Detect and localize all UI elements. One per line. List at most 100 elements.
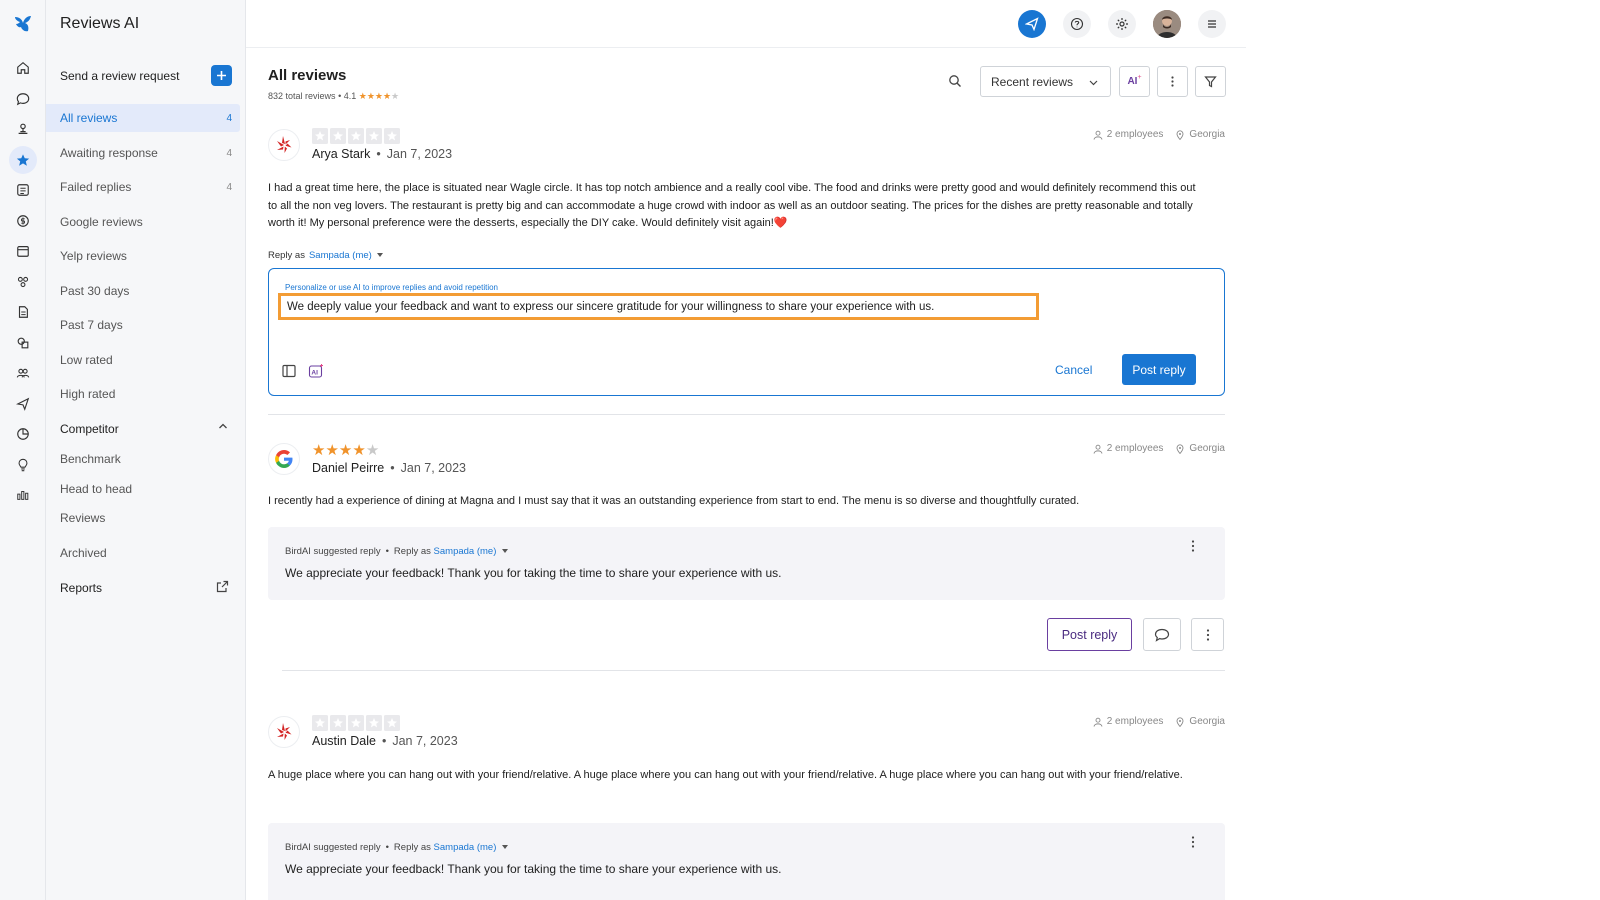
star-empty-icon bbox=[348, 715, 364, 731]
reviewer-name[interactable]: Arya Stark bbox=[312, 147, 370, 161]
review-stars bbox=[312, 715, 400, 731]
kebab-icon[interactable] bbox=[1187, 539, 1199, 553]
send-icon bbox=[1025, 17, 1039, 31]
reply-as-user[interactable]: Sampada (me) bbox=[309, 250, 372, 261]
review-meta: 2 employees Georgia bbox=[1093, 129, 1225, 140]
review-summary: 832 total reviews • 4.1 ★★★★★ bbox=[268, 91, 399, 102]
sidebar-item-competitor-reviews[interactable]: Reviews bbox=[46, 504, 240, 532]
caret-down-icon[interactable] bbox=[376, 253, 383, 258]
contacts-icon[interactable] bbox=[9, 359, 37, 387]
yelp-logo bbox=[268, 716, 300, 748]
person-icon bbox=[1093, 130, 1103, 140]
reply-as-selector[interactable]: Reply as Sampada (me) bbox=[268, 250, 383, 261]
review-date: Jan 7, 2023 bbox=[392, 734, 458, 748]
yelp-logo bbox=[268, 129, 300, 161]
reviewer-name[interactable]: Daniel Peirre bbox=[312, 461, 384, 475]
sidebar-item-archived[interactable]: Archived bbox=[46, 539, 240, 567]
add-request-button[interactable] bbox=[211, 65, 232, 86]
sidebar-item-low-rated[interactable]: Low rated bbox=[46, 346, 240, 374]
birdeye-logo-icon[interactable] bbox=[11, 12, 35, 36]
sidebar-item-label: Awaiting response bbox=[60, 146, 158, 160]
sidebar-item-label: High rated bbox=[60, 387, 116, 401]
page-title: All reviews bbox=[268, 67, 347, 84]
sidebar-item-label: Head to head bbox=[60, 482, 133, 496]
reviews-star-icon[interactable] bbox=[9, 146, 37, 174]
sidebar-item-label: Archived bbox=[60, 546, 107, 560]
payments-icon[interactable] bbox=[9, 207, 37, 235]
summary-bullet: • bbox=[338, 91, 342, 101]
comment-button[interactable] bbox=[1143, 618, 1181, 651]
campaigns-send-icon[interactable] bbox=[9, 390, 37, 418]
icon-rail bbox=[0, 0, 46, 900]
post-reply-button[interactable]: Post reply bbox=[1047, 618, 1132, 651]
reply-as-user[interactable]: Sampada (me) bbox=[434, 842, 497, 853]
document-icon[interactable] bbox=[9, 298, 37, 326]
insights-bulb-icon[interactable] bbox=[9, 451, 37, 479]
sidebar-item-label: Past 7 days bbox=[60, 318, 123, 332]
search-icon[interactable] bbox=[948, 74, 962, 88]
user-avatar-icon bbox=[1153, 10, 1181, 38]
filter-button[interactable] bbox=[1195, 66, 1226, 97]
campaign-send-button[interactable] bbox=[1018, 10, 1046, 38]
sidebar-item-past-7-days[interactable]: Past 7 days bbox=[46, 311, 240, 339]
rating-stars: ★★★★★ bbox=[358, 91, 400, 101]
avatar[interactable] bbox=[1153, 10, 1181, 38]
yelp-burst-icon bbox=[277, 723, 292, 740]
ai-suggested-reply: BirdAI suggested reply • Reply as Sampada … bbox=[268, 823, 1225, 900]
send-review-request-link[interactable]: Send a review request bbox=[60, 69, 179, 83]
filter-icon bbox=[1204, 76, 1217, 88]
sidebar-item-reports[interactable]: Reports bbox=[60, 581, 102, 595]
more-actions-button[interactable] bbox=[1191, 618, 1224, 651]
heart-emoji: ❤️ bbox=[773, 217, 788, 229]
sidebar-item-yelp-reviews[interactable]: Yelp reviews bbox=[46, 242, 240, 270]
kebab-icon[interactable] bbox=[1187, 835, 1199, 849]
templates-panel-icon[interactable] bbox=[281, 363, 297, 379]
ai-reply-label: BirdAI suggested reply bbox=[285, 546, 381, 557]
location: Georgia bbox=[1189, 129, 1225, 140]
more-options-button[interactable] bbox=[1157, 66, 1188, 97]
review-card: Arya Stark • Jan 7, 2023 2 employees Georg… bbox=[268, 126, 1225, 396]
post-reply-button[interactable]: Post reply bbox=[1122, 354, 1196, 385]
sidebar-item-label: Failed replies bbox=[60, 180, 132, 194]
star-empty-icon bbox=[384, 128, 400, 144]
chat-icon[interactable] bbox=[9, 85, 37, 113]
chevron-down-icon bbox=[1089, 80, 1098, 86]
chevron-up-icon[interactable] bbox=[218, 421, 228, 431]
employees-count: 2 employees bbox=[1106, 443, 1164, 454]
cancel-button[interactable]: Cancel bbox=[1055, 363, 1092, 377]
shapes-icon[interactable] bbox=[9, 329, 37, 357]
caret-down-icon[interactable] bbox=[502, 549, 509, 554]
analytics-bars-icon[interactable] bbox=[9, 481, 37, 509]
listings-icon[interactable] bbox=[9, 115, 37, 143]
sidebar-item-benchmark[interactable]: Benchmark bbox=[46, 445, 240, 473]
integrations-icon[interactable] bbox=[9, 268, 37, 296]
location-pin-icon bbox=[1176, 716, 1184, 727]
sidebar-item-failed-replies[interactable]: Failed replies 4 bbox=[46, 173, 240, 201]
sidebar-item-awaiting-response[interactable]: Awaiting response 4 bbox=[46, 139, 240, 167]
calendar-icon[interactable] bbox=[9, 237, 37, 265]
sidebar-section-competitor[interactable]: Competitor bbox=[60, 422, 119, 436]
sidebar-item-past-30-days[interactable]: Past 30 days bbox=[46, 277, 240, 305]
reply-input[interactable] bbox=[278, 293, 1039, 320]
settings-button[interactable] bbox=[1108, 10, 1136, 38]
reviewer-name[interactable]: Austin Dale bbox=[312, 734, 376, 748]
reports-pie-icon[interactable] bbox=[9, 420, 37, 448]
sort-dropdown[interactable]: Recent reviews bbox=[980, 66, 1111, 97]
sidebar-item-head-to-head[interactable]: Head to head bbox=[46, 475, 240, 503]
ai-assist-icon[interactable]: AI bbox=[308, 363, 324, 379]
menu-button[interactable] bbox=[1198, 10, 1226, 38]
sort-dropdown-label: Recent reviews bbox=[991, 74, 1074, 89]
external-link-icon[interactable] bbox=[216, 580, 229, 593]
hamburger-menu-icon bbox=[1208, 20, 1216, 28]
sidebar-item-all-reviews[interactable]: All reviews 4 bbox=[46, 104, 240, 132]
sidebar-item-google-reviews[interactable]: Google reviews bbox=[46, 208, 240, 236]
home-icon[interactable] bbox=[9, 54, 37, 82]
reviewer-name-line: Daniel Peirre • Jan 7, 2023 bbox=[312, 461, 466, 475]
sidebar-item-high-rated[interactable]: High rated bbox=[46, 380, 240, 408]
ai-button[interactable]: AI + bbox=[1119, 66, 1150, 97]
help-button[interactable] bbox=[1063, 10, 1091, 38]
ai-reply-header: BirdAI suggested reply • Reply as Sampada … bbox=[285, 546, 509, 557]
surveys-icon[interactable] bbox=[9, 176, 37, 204]
caret-down-icon[interactable] bbox=[502, 845, 509, 850]
reply-as-user[interactable]: Sampada (me) bbox=[434, 546, 497, 557]
